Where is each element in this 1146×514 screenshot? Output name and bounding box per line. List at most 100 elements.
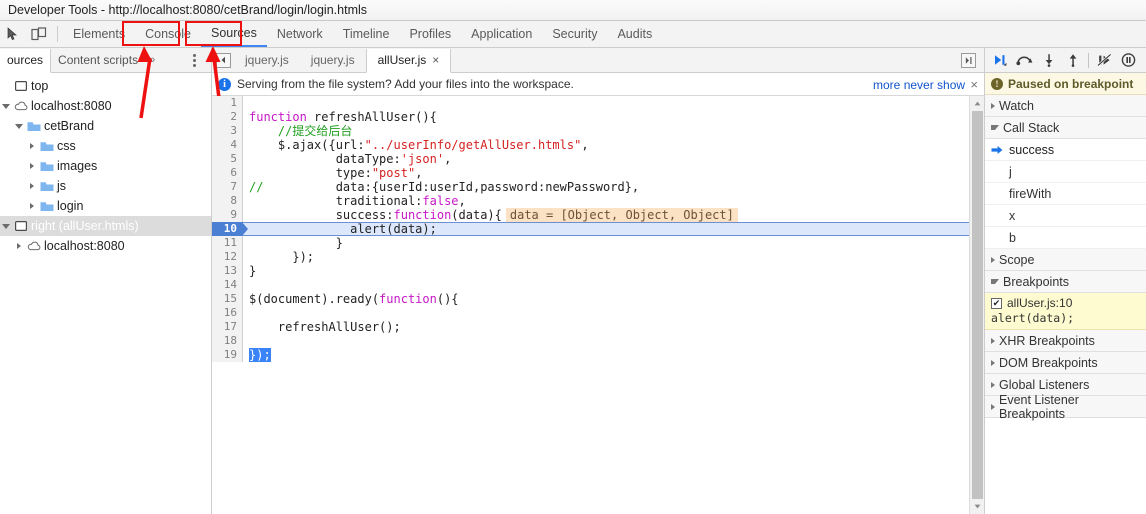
tree-item-css[interactable]: css	[0, 136, 211, 156]
code-line[interactable]: 3 //提交给后台	[212, 124, 969, 138]
code-line[interactable]: 1	[212, 96, 969, 110]
frame-label: success	[1009, 142, 1055, 157]
code-line[interactable]: 12 });	[212, 250, 969, 264]
line-number: 2	[212, 110, 243, 124]
code-line[interactable]: 4 $.ajax({url:"../userInfo/getAllUser.ht…	[212, 138, 969, 152]
code-line[interactable]: 5 dataType:'json',	[212, 152, 969, 166]
tab-security[interactable]: Security	[542, 21, 607, 47]
tree-item-label: login	[57, 199, 84, 213]
tree-item-localhost-8080-nested[interactable]: localhost:8080	[0, 236, 211, 256]
tab-sources[interactable]: Sources	[200, 21, 267, 47]
call-stack-frame-success[interactable]: success	[985, 139, 1146, 161]
breakpoint-item[interactable]: ✔ allUser.js:10 alert(data);	[985, 293, 1146, 330]
tab-elements[interactable]: Elements	[63, 21, 135, 47]
section-call-stack[interactable]: Call Stack	[985, 117, 1146, 139]
line-content: alert(data);	[249, 222, 437, 236]
section-xhr-breakpoints[interactable]: XHR Breakpoints	[985, 330, 1146, 352]
twisty-open-icon[interactable]	[0, 223, 12, 229]
twisty-open-icon[interactable]	[0, 103, 12, 109]
code-line[interactable]: 2 function refreshAllUser(){	[212, 110, 969, 124]
twisty-closed-icon[interactable]	[26, 183, 38, 189]
breakpoint-checkbox[interactable]: ✔	[991, 297, 1002, 309]
frame-label: fireWith	[1009, 186, 1052, 201]
scrollbar-thumb[interactable]	[971, 111, 983, 499]
twisty-closed-icon[interactable]	[26, 163, 38, 169]
code-lines[interactable]: 1 2 function refreshAllUser(){ 3 //提交给后台 …	[212, 96, 969, 514]
code-line[interactable]: 13}	[212, 264, 969, 278]
tree-item-js[interactable]: js	[0, 176, 211, 196]
tab-console[interactable]: Console	[135, 21, 201, 47]
resume-icon[interactable]	[989, 49, 1012, 72]
tab-label: Timeline	[342, 27, 390, 41]
code-line[interactable]: 15 $(document).ready(function(){	[212, 292, 969, 306]
navigator-tab-sources[interactable]: ources	[0, 48, 52, 73]
editor-tab-jquery-2[interactable]: jquery.js	[300, 48, 366, 72]
tab-application[interactable]: Application	[461, 21, 542, 47]
editor-pane: jquery.js jquery.js allUser.js × i Servi…	[212, 48, 985, 514]
tree-item-label: cetBrand	[44, 119, 95, 133]
scroll-left-icon[interactable]	[212, 52, 234, 68]
code-line[interactable]: 16	[212, 306, 969, 320]
tree-item-cetbrand[interactable]: cetBrand	[0, 116, 211, 136]
section-watch[interactable]: Watch	[985, 95, 1146, 117]
editor-scrollbar[interactable]	[969, 96, 984, 514]
never-show-link[interactable]: never show	[904, 78, 965, 92]
close-icon[interactable]: ×	[970, 77, 978, 92]
code-line[interactable]: 14	[212, 278, 969, 292]
tab-profiles[interactable]: Profiles	[399, 21, 461, 47]
code-line[interactable]: 11 }	[212, 236, 969, 250]
code-line[interactable]: 9 success:function(data){data = [Object,…	[212, 208, 969, 222]
line-number: 19	[212, 348, 243, 362]
step-over-icon[interactable]	[1013, 49, 1036, 72]
tab-timeline[interactable]: Timeline	[333, 21, 400, 47]
code-line[interactable]: 17 refreshAllUser();	[212, 320, 969, 334]
twisty-closed-icon[interactable]	[26, 143, 38, 149]
editor-tab-alluser-js[interactable]: allUser.js ×	[365, 48, 452, 73]
call-stack-frame-j[interactable]: j	[985, 161, 1146, 183]
frame-label: b	[1009, 230, 1016, 245]
line-number-breakpoint-marker[interactable]: 10	[212, 222, 248, 236]
tree-item-localhost-8080[interactable]: localhost:8080	[0, 96, 211, 116]
tab-audits[interactable]: Audits	[607, 21, 662, 47]
twisty-closed-icon[interactable]	[26, 203, 38, 209]
code-line[interactable]: 8 traditional:false,	[212, 194, 969, 208]
tree-item-login[interactable]: login	[0, 196, 211, 216]
step-into-icon[interactable]	[1037, 49, 1060, 72]
scroll-down-icon[interactable]	[970, 499, 985, 514]
twisty-open-icon[interactable]	[13, 123, 25, 129]
call-stack-frame-x[interactable]: x	[985, 205, 1146, 227]
twisty-closed-icon[interactable]	[13, 243, 25, 249]
tree-item-images[interactable]: images	[0, 156, 211, 176]
scroll-left-button[interactable]	[215, 52, 231, 68]
deactivate-breakpoints-icon[interactable]	[1093, 49, 1116, 72]
navigator-tab-content-scripts[interactable]: Content scripts	[51, 48, 145, 72]
show-navigator-toggle[interactable]	[961, 52, 984, 68]
kebab-menu-icon[interactable]	[183, 53, 211, 67]
section-breakpoints[interactable]: Breakpoints	[985, 271, 1146, 293]
scroll-up-icon[interactable]	[970, 96, 985, 111]
call-stack-frame-b[interactable]: b	[985, 227, 1146, 249]
device-toolbar-icon[interactable]	[26, 21, 52, 47]
close-icon[interactable]: ×	[432, 53, 439, 67]
editor-tab-jquery-1[interactable]: jquery.js	[234, 48, 300, 72]
section-event-listener-breakpoints[interactable]: Event Listener Breakpoints	[985, 393, 1146, 421]
frame-icon	[12, 81, 29, 91]
code-line-current[interactable]: 10 alert(data);	[212, 222, 969, 236]
inspect-cursor-icon[interactable]	[0, 21, 26, 47]
pause-on-exceptions-icon[interactable]	[1117, 49, 1140, 72]
section-scope[interactable]: Scope	[985, 249, 1146, 271]
navigator-overflow-icon[interactable]: »	[145, 54, 159, 66]
call-stack-frame-firewith[interactable]: fireWith	[985, 183, 1146, 205]
tab-network[interactable]: Network	[267, 21, 333, 47]
tab-label: Audits	[617, 27, 653, 41]
code-line[interactable]: 6 type:"post",	[212, 166, 969, 180]
tree-item-top[interactable]: top	[0, 76, 211, 96]
section-dom-breakpoints[interactable]: DOM Breakpoints	[985, 352, 1146, 374]
code-line[interactable]: 19});	[212, 348, 969, 362]
panel-toggle-icon[interactable]	[961, 52, 976, 68]
tree-item-right-alluser[interactable]: right (allUser.htmls)	[0, 216, 211, 236]
more-link[interactable]: more	[873, 78, 900, 92]
code-line[interactable]: 7 // data:{userId:userId,password:newPass…	[212, 180, 969, 194]
step-out-icon[interactable]	[1061, 49, 1084, 72]
code-line[interactable]: 18	[212, 334, 969, 348]
